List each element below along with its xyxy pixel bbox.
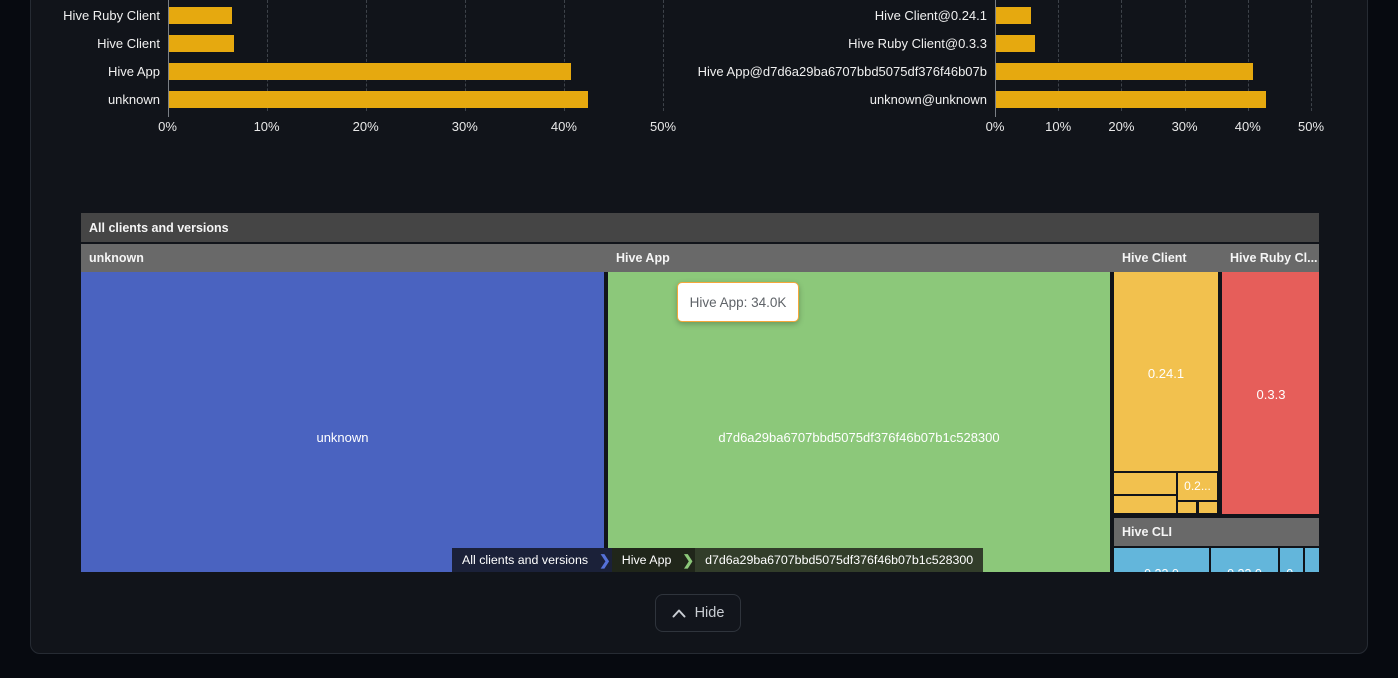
chart-clients-tick-label: 30% xyxy=(437,119,493,134)
hide-button[interactable]: Hide xyxy=(655,594,741,632)
chevron-right-icon: ❯ xyxy=(681,548,695,572)
chart-client-versions-gridline xyxy=(1311,0,1312,111)
chart-clients-category-label: unknown xyxy=(0,91,160,108)
chart-client-versions-tick-label: 40% xyxy=(1220,119,1276,134)
chart-clients-category-label: Hive Ruby Client xyxy=(0,7,160,24)
chart-client-versions-category-label: Hive Client@0.24.1 xyxy=(657,7,987,24)
chart-client-versions-category-label: Hive App@d7d6a29ba6707bbd5075df376f46b07… xyxy=(657,63,987,80)
chart-clients-category-label: Hive App xyxy=(0,63,160,80)
treemap-cell-hive-client-minor[interactable] xyxy=(1199,502,1217,513)
treemap-header-unknown[interactable]: unknown xyxy=(81,244,612,272)
treemap-cell-unknown[interactable] xyxy=(81,272,604,572)
treemap-cell-hive-client-minor[interactable] xyxy=(1178,502,1196,513)
treemap-header-hive-cli[interactable]: Hive CLI xyxy=(1114,518,1319,546)
breadcrumb-item[interactable]: Hive App xyxy=(612,548,682,572)
chart-clients-tick-label: 40% xyxy=(536,119,592,134)
chart-client-versions-tick-label: 20% xyxy=(1093,119,1149,134)
treemap-title-bar[interactable]: All clients and versions xyxy=(81,213,1319,242)
tooltip: Hive App: 34.0K xyxy=(677,282,799,322)
treemap-header-hive-client[interactable]: Hive Client xyxy=(1114,244,1226,272)
chart-client-versions-bar[interactable] xyxy=(996,63,1253,80)
chevron-up-icon xyxy=(672,609,686,618)
client-stats-page: 0% 10% 20% 30% 40% 50% Hive Ruby Client Hive Cl… xyxy=(0,0,1398,678)
treemap-cell-hive-client-0-24-1-label: 0.24.1 xyxy=(1114,365,1218,382)
treemap-cell-hive-client-minor-label: 0.2... xyxy=(1178,478,1217,495)
treemap-header-hive-app[interactable]: Hive App xyxy=(608,244,1118,272)
chart-clients-tick-label: 0% xyxy=(140,119,196,134)
treemap-cell-hive-cli-version-label: 0.23.0 xyxy=(1211,566,1278,572)
chart-client-versions-tick-label: 30% xyxy=(1157,119,1213,134)
chart-client-versions-tick-label: 10% xyxy=(1030,119,1086,134)
treemap-all-clients-and-versions: All clients and versionsunknownunknownHi… xyxy=(81,213,1319,572)
chart-clients-tick-label: 50% xyxy=(635,119,691,134)
hide-button-label: Hide xyxy=(695,605,725,621)
treemap-cell-hive-client-minor[interactable] xyxy=(1114,496,1176,513)
breadcrumb-item[interactable]: d7d6a29ba6707bbd5075df376f46b07b1c528300 xyxy=(695,548,983,572)
chart-client-versions-bar[interactable] xyxy=(996,7,1031,24)
treemap-header-hive-ruby-client[interactable]: Hive Ruby Cl... xyxy=(1222,244,1319,272)
breadcrumb: All clients and versions❯Hive App❯d7d6a2… xyxy=(452,548,983,572)
chart-clients-tick-label: 10% xyxy=(239,119,295,134)
bar-charts-row: 0% 10% 20% 30% 40% 50% Hive Ruby Client Hive Cl… xyxy=(0,0,1398,145)
chart-clients-bar[interactable] xyxy=(169,91,588,108)
chart-clients-tick-label: 20% xyxy=(338,119,394,134)
treemap-cell-hive-cli-version[interactable] xyxy=(1305,548,1319,572)
chevron-right-icon: ❯ xyxy=(598,548,612,572)
chart-clients-category-label: Hive Client xyxy=(0,35,160,52)
chart-clients-bar[interactable] xyxy=(169,7,232,24)
chart-client-versions-tick-label: 0% xyxy=(967,119,1023,134)
chart-client-versions-bar[interactable] xyxy=(996,91,1266,108)
chart-client-versions-bar[interactable] xyxy=(996,35,1035,52)
treemap-cell-hive-cli-version-label: 0. xyxy=(1280,566,1303,572)
treemap-cell-unknown-label: unknown xyxy=(81,429,604,446)
chart-clients-bar[interactable] xyxy=(169,63,571,80)
treemap-cell-hive-client-minor[interactable] xyxy=(1114,473,1176,494)
treemap-cell-hive-ruby-0-3-3-label: 0.3.3 xyxy=(1222,386,1319,403)
chart-client-versions-category-label: unknown@unknown xyxy=(657,91,987,108)
chart-client-versions-category-label: Hive Ruby Client@0.3.3 xyxy=(657,35,987,52)
chart-clients-bar[interactable] xyxy=(169,35,234,52)
treemap-cell-hive-app-version-label: d7d6a29ba6707bbd5075df376f46b07b1c528300 xyxy=(608,429,1110,446)
breadcrumb-item[interactable]: All clients and versions xyxy=(452,548,598,572)
treemap-cell-hive-cli-version-label: 0.23.0 xyxy=(1114,566,1209,572)
chart-client-versions-tick-label: 50% xyxy=(1283,119,1339,134)
